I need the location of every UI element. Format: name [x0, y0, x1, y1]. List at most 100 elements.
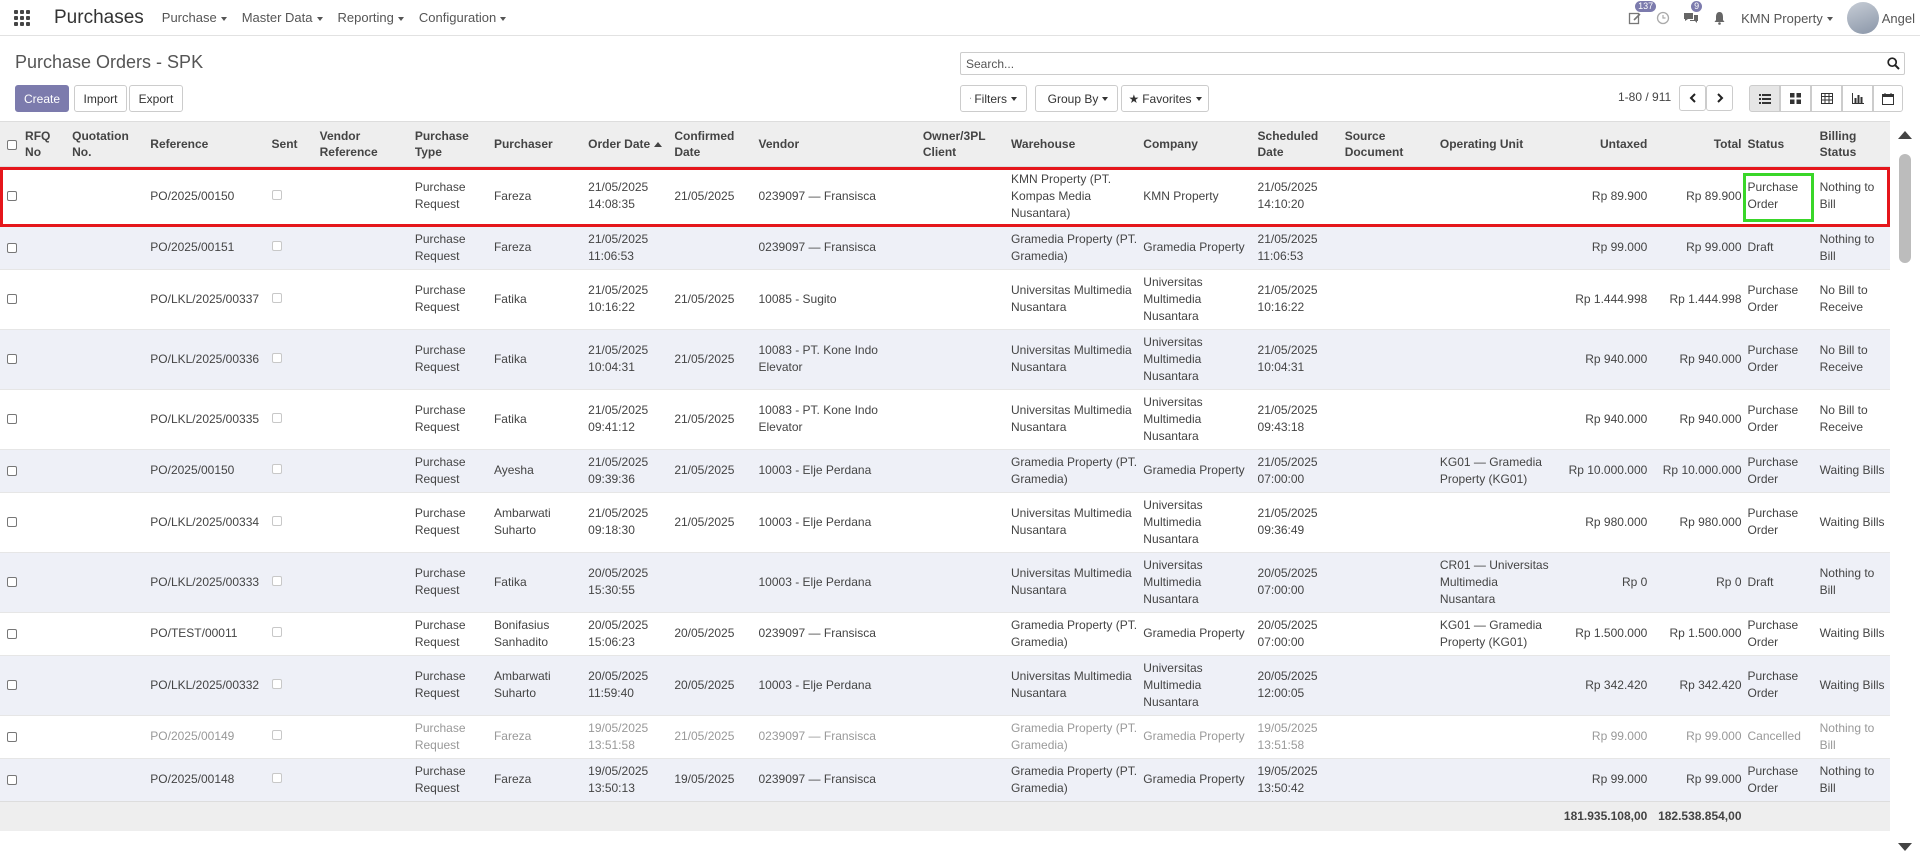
table-row[interactable]: PO/2025/00150 Purchase Request Fareza 21/05… — [0, 165, 1890, 226]
col-company[interactable]: Company — [1140, 122, 1255, 167]
col-warehouse[interactable]: Warehouse — [1008, 122, 1141, 167]
cell-vendor: 10083 - PT. Kone Indo Elevator — [755, 328, 920, 389]
menu-purchase[interactable]: Purchase — [162, 10, 227, 25]
table-row[interactable]: PO/LKL/2025/00336 Purchase Request Fatika 2… — [0, 328, 1890, 389]
cell-confirmed-date — [671, 225, 756, 269]
row-select-checkbox[interactable] — [7, 680, 17, 691]
col-sent[interactable]: Sent — [268, 122, 317, 167]
col-purchaser[interactable]: Purchaser — [490, 122, 586, 167]
cell-chk — [0, 491, 23, 552]
search-input[interactable] — [961, 53, 1882, 74]
menu-reporting[interactable]: Reporting — [338, 10, 404, 25]
messages-icon[interactable]: 9 — [1677, 0, 1705, 36]
col-status[interactable]: Status — [1744, 122, 1817, 167]
user-name[interactable]: Angel — [1882, 11, 1915, 26]
col-billing-status[interactable]: Billing Status — [1816, 122, 1890, 167]
apps-menu-icon[interactable] — [0, 0, 44, 36]
col-confirmed-date[interactable]: Confirmed Date — [671, 122, 756, 167]
scroll-up-arrow-icon[interactable] — [1898, 131, 1912, 139]
col-total[interactable]: Total — [1650, 122, 1745, 167]
cell-chk — [0, 388, 23, 449]
export-button[interactable]: Export — [129, 85, 183, 112]
col-reference[interactable]: Reference — [147, 122, 269, 167]
cell-order-date: 21/05/2025 10:04:31 — [585, 328, 672, 389]
row-select-checkbox[interactable] — [7, 294, 17, 305]
col-source-document[interactable]: Source Document — [1341, 122, 1437, 167]
messages-badge: 9 — [1691, 1, 1703, 12]
table-row[interactable]: PO/LKL/2025/00332 Purchase Request Ambarwa… — [0, 654, 1890, 715]
table-row[interactable]: PO/2025/00151 Purchase Request Fareza 21/05… — [0, 225, 1890, 269]
table-row[interactable]: PO/2025/00148 Purchase Request Fareza 19/05… — [0, 757, 1890, 801]
vertical-scrollbar[interactable] — [1896, 127, 1912, 859]
list-view-button[interactable] — [1749, 85, 1780, 112]
col-quotation-no[interactable]: Quotation No. — [69, 122, 148, 167]
cell-confirmed-date: 21/05/2025 — [671, 714, 756, 758]
table-row[interactable]: PO/LKL/2025/00333 Purchase Request Fatika 2… — [0, 551, 1890, 612]
row-select-checkbox[interactable] — [7, 354, 17, 365]
cell-sent — [268, 551, 317, 612]
select-all-checkbox-cell[interactable] — [0, 122, 23, 167]
row-select-checkbox[interactable] — [7, 774, 17, 785]
cell-chk — [0, 757, 23, 801]
col-operating-unit[interactable]: Operating Unit — [1436, 122, 1557, 167]
pivot-view-button[interactable] — [1811, 85, 1842, 112]
cell-vendor-reference — [316, 757, 412, 801]
col-untaxed[interactable]: Untaxed — [1556, 122, 1651, 167]
row-select-checkbox[interactable] — [7, 577, 17, 588]
table-row[interactable]: PO/2025/00149 Purchase Request Fareza 19/05… — [0, 714, 1890, 758]
pager-next-button[interactable] — [1706, 85, 1733, 111]
row-select-checkbox[interactable] — [7, 242, 17, 253]
search-icon[interactable] — [1882, 53, 1904, 74]
import-button[interactable]: Import — [74, 85, 127, 112]
cell-reference: PO/LKL/2025/00334 — [147, 491, 269, 552]
col-order-date[interactable]: Order Date — [585, 122, 672, 167]
cell-untaxed: Rp 342.420 — [1556, 654, 1651, 715]
col-vendor[interactable]: Vendor — [755, 122, 920, 167]
cell-warehouse: Universitas Multimedia Nusantara — [1008, 388, 1141, 449]
menu-master-data[interactable]: Master Data — [242, 10, 323, 25]
graph-view-button[interactable] — [1842, 85, 1873, 112]
cell-purchaser: Fareza — [490, 714, 586, 758]
col-rfq-no[interactable]: RFQ No — [22, 122, 70, 167]
pager-previous-button[interactable] — [1679, 85, 1706, 111]
col-scheduled-date[interactable]: Scheduled Date — [1254, 122, 1342, 167]
bell-icon[interactable] — [1705, 0, 1733, 36]
group-by-button[interactable]: Group By — [1035, 85, 1118, 112]
col-owner-3pl-client[interactable]: Owner/3PL Client — [919, 122, 1009, 167]
filters-button[interactable]: Filters — [960, 85, 1027, 112]
favorites-button[interactable]: ★ Favorites — [1121, 85, 1209, 112]
activity-edit-icon[interactable]: 137 — [1621, 0, 1657, 36]
pager-value[interactable]: 1-80 / 911 — [1618, 90, 1671, 104]
table-row[interactable]: PO/LKL/2025/00334 Purchase Request Ambarwa… — [0, 491, 1890, 552]
cell-total: Rp 940.000 — [1650, 328, 1745, 389]
select-all-checkbox[interactable] — [7, 139, 17, 150]
row-select-checkbox[interactable] — [7, 191, 17, 202]
user-avatar[interactable] — [1846, 2, 1879, 34]
cell-owner-3pl-client — [919, 551, 1009, 612]
company-switcher[interactable]: KMN Property — [1741, 11, 1833, 26]
row-select-checkbox[interactable] — [7, 517, 17, 528]
app-title[interactable]: Purchases — [54, 7, 144, 29]
scroll-down-arrow-icon[interactable] — [1898, 843, 1912, 851]
table-row[interactable]: PO/LKL/2025/00337 Purchase Request Fatika 2… — [0, 268, 1890, 329]
col-vendor-reference[interactable]: Vendor Reference — [316, 122, 412, 167]
cell-sent — [268, 491, 317, 552]
create-button[interactable]: Create — [15, 85, 69, 112]
table-row[interactable]: PO/LKL/2025/00335 Purchase Request Fatika 2… — [0, 388, 1890, 449]
cell-source-document — [1341, 268, 1437, 329]
col-purchase-type[interactable]: Purchase Type — [411, 122, 491, 167]
scrollbar-thumb[interactable] — [1899, 154, 1911, 263]
table-row[interactable]: PO/TEST/00011 Purchase Request Bonifasius … — [0, 611, 1890, 655]
kanban-view-button[interactable] — [1780, 85, 1811, 112]
row-select-checkbox[interactable] — [7, 465, 17, 476]
cell-chk — [0, 268, 23, 329]
table-row[interactable]: PO/2025/00150 Purchase Request Ayesha 21/05… — [0, 448, 1890, 492]
row-select-checkbox[interactable] — [7, 414, 17, 425]
clock-icon[interactable] — [1649, 0, 1677, 36]
row-select-checkbox[interactable] — [7, 628, 17, 639]
calendar-view-button[interactable] — [1873, 85, 1903, 112]
row-select-checkbox[interactable] — [7, 731, 17, 742]
cell-chk — [0, 328, 23, 389]
menu-configuration[interactable]: Configuration — [419, 10, 507, 25]
cell-quotation-no — [69, 165, 148, 226]
